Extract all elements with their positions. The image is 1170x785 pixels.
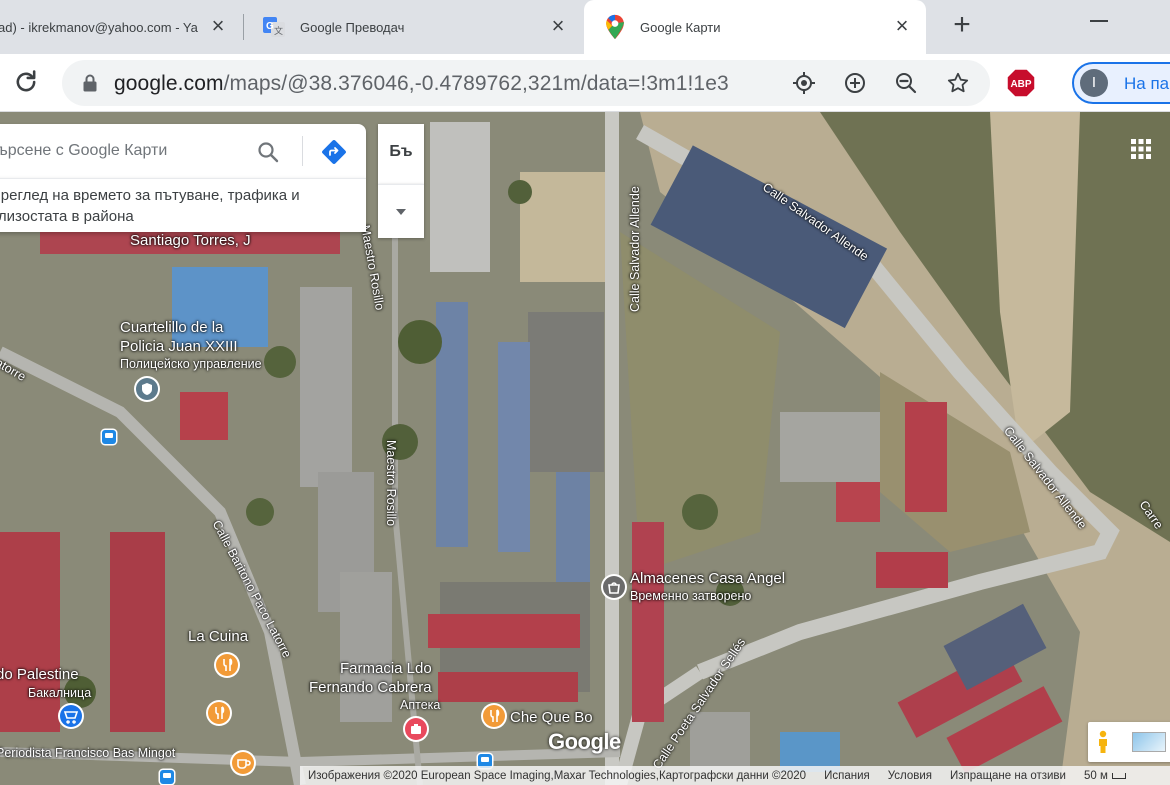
poi-category: Бакалница <box>28 686 92 700</box>
pegman-icon[interactable] <box>1096 730 1110 754</box>
poi-label: Cuartelillo de la <box>120 319 224 336</box>
tab-separator <box>243 14 244 40</box>
street-label: Calle Salvador Allende <box>628 186 642 312</box>
bookmark-star-icon[interactable] <box>946 71 970 95</box>
poi-label: Farmacia Ldo <box>340 660 432 677</box>
reload-icon[interactable] <box>12 68 40 96</box>
url-text[interactable]: google.com/maps/@38.376046,-0.4789762,32… <box>114 72 729 96</box>
restaurant-pin-icon[interactable] <box>483 705 505 727</box>
google-maps-pin-icon <box>606 14 625 40</box>
poi-label: Almacenes Casa Angel <box>630 570 786 587</box>
search-input[interactable] <box>0 124 254 178</box>
grocery-pin-icon[interactable] <box>60 705 82 727</box>
zoom-in-icon[interactable] <box>843 71 867 95</box>
google-logo: Google <box>548 729 621 754</box>
new-tab-button[interactable]: + <box>948 10 976 40</box>
pharmacy-pin-icon[interactable] <box>405 718 427 740</box>
lock-icon[interactable] <box>82 74 98 92</box>
tab-google-maps[interactable]: Google Карти × <box>584 0 926 54</box>
address-bar[interactable]: google.com/maps/@38.376046,-0.4789762,32… <box>62 60 990 106</box>
tab-strip: ad) - ikrekmanov@yahoo.com - Yahoo × G 文… <box>0 0 1170 54</box>
svg-text:G: G <box>266 21 274 32</box>
avatar: I <box>1080 69 1108 97</box>
profile-label: На па <box>1124 74 1170 93</box>
scale-label[interactable]: 50 м <box>1084 770 1108 782</box>
url-path: /maps/@38.376046,-0.4789762,321m/data=!3… <box>223 72 729 95</box>
browser-toolbar: google.com/maps/@38.376046,-0.4789762,32… <box>0 54 1170 112</box>
imagery-attribution: Изображения ©2020 European Space Imaging… <box>308 769 807 782</box>
poi-category: Аптека <box>400 698 441 712</box>
close-tab-icon[interactable]: × <box>208 15 228 37</box>
svg-text:文: 文 <box>274 25 283 36</box>
poi-label: La Cuina <box>188 628 249 645</box>
search-divider <box>302 136 303 166</box>
close-tab-icon[interactable]: × <box>892 15 912 37</box>
minimize-window-button[interactable] <box>1090 20 1108 22</box>
search-icon[interactable] <box>256 140 280 164</box>
adblock-plus-icon[interactable]: ABP <box>1006 68 1036 98</box>
restaurant-pin-icon[interactable] <box>216 654 238 676</box>
poi-category: Полицейско управление <box>120 357 262 371</box>
police-pin-icon[interactable] <box>136 378 158 400</box>
shopping-pin-icon[interactable] <box>603 576 625 598</box>
map-search-box <box>0 124 366 178</box>
tab-yahoo-mail[interactable]: ad) - ikrekmanov@yahoo.com - Yahoo × <box>0 0 242 54</box>
location-target-icon[interactable] <box>792 71 816 95</box>
zoom-out-icon[interactable] <box>894 71 918 95</box>
url-host: google.com <box>114 72 224 95</box>
restaurant-pin-icon[interactable] <box>208 702 230 724</box>
close-tab-icon[interactable]: × <box>548 15 568 37</box>
terms-link[interactable]: Условия <box>888 770 932 782</box>
poi-label: Fernando Cabrera <box>309 679 432 696</box>
info-card-line: близостата в района <box>0 208 134 225</box>
bus-stop-icon[interactable] <box>160 770 174 784</box>
tab-google-translate[interactable]: G 文 Google Преводач × <box>246 0 582 54</box>
abp-label: ABP <box>1010 79 1031 90</box>
tab-title: Google Карти <box>640 19 721 35</box>
poi-category: Временно затворено <box>630 589 752 603</box>
street-view-control <box>1088 722 1170 762</box>
tab-title: ad) - ikrekmanov@yahoo.com - Yahoo <box>0 19 198 35</box>
profile-button[interactable]: I На па <box>1072 62 1170 104</box>
info-card-line: Преглед на времето за пътуване, трафика … <box>0 187 300 204</box>
google-translate-icon: G 文 <box>263 17 285 37</box>
google-apps-grid-icon[interactable] <box>1130 138 1152 160</box>
poi-label: Policia Juan XXIII <box>120 338 238 355</box>
travel-time-info-card[interactable]: Преглед на времето за пътуване, трафика … <box>0 178 366 232</box>
imagery-thumbnail[interactable] <box>1132 732 1166 752</box>
directions-icon[interactable] <box>321 139 347 165</box>
tab-title: Google Преводач <box>300 19 405 35</box>
map-attribution-bar: Изображения ©2020 European Space Imaging… <box>300 766 1170 785</box>
street-label: Santiago Torres, J <box>130 232 251 249</box>
send-feedback-link[interactable]: Изпращане на отзиви <box>950 770 1066 782</box>
street-label: Periodista Francisco Bas Mingot <box>0 746 176 760</box>
bus-stop-icon[interactable] <box>102 430 116 444</box>
scale-bar <box>1111 772 1126 779</box>
cafe-pin-icon[interactable] <box>232 752 254 774</box>
poi-label: Che Que Bo <box>510 709 593 726</box>
satellite-map[interactable]: Santiago Torres, J Maestro Rosillo Maest… <box>0 112 1170 785</box>
country-link[interactable]: Испания <box>824 770 870 782</box>
poi-label: do Palestine <box>0 666 79 683</box>
language-layer-button[interactable]: Бъ <box>378 124 424 184</box>
layer-dropdown-button[interactable] <box>378 184 424 238</box>
street-label: Maestro Rosillo <box>384 440 398 527</box>
